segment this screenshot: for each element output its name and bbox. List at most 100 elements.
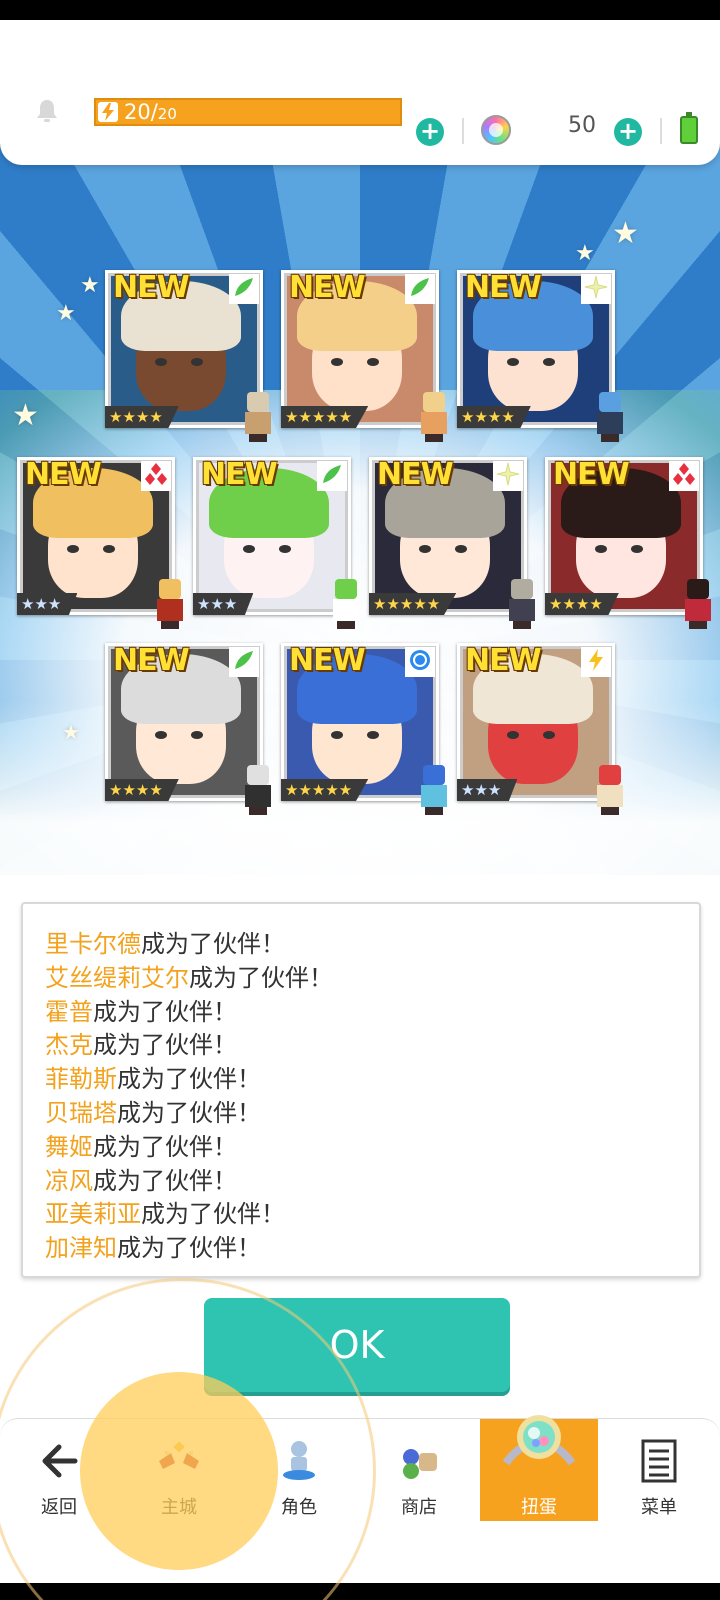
light-element-icon <box>493 461 523 491</box>
portrait-eye <box>507 358 519 366</box>
character-card[interactable]: NEW ★★★★ <box>457 270 623 442</box>
menu-icon <box>641 1439 677 1483</box>
character-card[interactable]: NEW ★★★ <box>17 457 183 629</box>
bottom-navigation: 返回 主城 角色 商店 扭蛋 菜单 <box>0 1415 720 1583</box>
leaf-element-icon <box>317 461 347 491</box>
recruit-message-panel: 里卡尔德成为了伙伴！ 艾丝缇莉艾尔成为了伙伴！ 霍普成为了伙伴！ 杰克成为了伙伴！ 菲勒… <box>21 902 701 1278</box>
recruit-message-line: 加津知成为了伙伴！ <box>45 1228 261 1263</box>
rarity-stars-value: ★★★★ <box>109 781 163 799</box>
sprite-body <box>245 785 271 807</box>
rarity-stars: ★★★★★ <box>281 779 369 801</box>
message-suffix: 成为了伙伴！ <box>117 1065 261 1094</box>
battery-icon <box>680 112 698 144</box>
recruit-message-line: 舞姬成为了伙伴！ <box>45 1127 237 1162</box>
bell-icon[interactable] <box>34 98 60 124</box>
character-name: 里卡尔德 <box>45 930 141 958</box>
pixel-sprite <box>503 579 541 629</box>
sparkle-star-icon: ★ <box>80 273 100 298</box>
portrait-eye <box>595 545 607 553</box>
recruit-message-line: 杰克成为了伙伴！ <box>45 1025 237 1060</box>
sprite-legs <box>513 621 531 629</box>
nav-shop[interactable]: 商店 <box>360 1419 478 1521</box>
gacha-icon <box>502 1415 576 1466</box>
portrait-eye <box>191 731 203 739</box>
character-card[interactable]: NEW ★★★ <box>193 457 359 629</box>
sprite-legs <box>249 434 267 442</box>
message-suffix: 成为了伙伴！ <box>117 1099 261 1127</box>
message-suffix: 成为了伙伴！ <box>141 1200 285 1229</box>
shop-icon <box>403 1449 437 1479</box>
character-name: 加津知 <box>45 1234 117 1263</box>
sprite-legs <box>425 807 443 815</box>
portrait-eye <box>67 545 79 553</box>
character-card[interactable]: NEW ★★★★ <box>545 457 711 629</box>
nav-shop-label: 商店 <box>401 1497 437 1518</box>
character-card[interactable]: NEW ★★★★★ <box>369 457 535 629</box>
pixel-sprite <box>151 579 189 629</box>
nav-back[interactable]: 返回 <box>0 1419 118 1521</box>
sprite-head <box>599 392 621 412</box>
screen: ★ ★ ★ ★ ★ ★ NEW ★★★★ NEW ★★★★★ NEW ★★★★ NEW ★★★… <box>0 0 720 1600</box>
nav-character[interactable]: 角色 <box>240 1419 358 1521</box>
character-icon <box>283 1441 315 1480</box>
add-gems-button[interactable]: + <box>614 118 642 146</box>
nav-menu-label: 菜单 <box>641 1497 677 1518</box>
portrait-eye <box>279 545 291 553</box>
sprite-head <box>687 579 709 599</box>
character-card[interactable]: NEW ★★★★★ <box>281 643 447 815</box>
rarity-stars: ★★★ <box>193 593 254 615</box>
add-stamina-button[interactable]: + <box>416 118 444 146</box>
ok-button[interactable]: OK <box>204 1298 510 1392</box>
new-badge: NEW <box>377 457 454 492</box>
character-card[interactable]: NEW ★★★★ <box>105 270 271 442</box>
character-card[interactable]: NEW ★★★ <box>457 643 623 815</box>
stamina-current: 20/ <box>124 100 158 124</box>
message-suffix: 成为了伙伴！ <box>141 930 285 958</box>
new-badge: NEW <box>25 457 102 492</box>
character-card[interactable]: NEW ★★★★ <box>105 643 271 815</box>
light-element-icon <box>581 274 611 304</box>
rarity-stars: ★★★★ <box>105 779 179 801</box>
portrait-eye <box>155 731 167 739</box>
new-badge: NEW <box>465 270 542 305</box>
recruit-message-line: 亚美莉亚成为了伙伴！ <box>45 1194 285 1229</box>
castle-icon <box>159 1441 199 1469</box>
sprite-head <box>423 765 445 785</box>
message-suffix: 成为了伙伴！ <box>117 1234 261 1263</box>
character-name: 霍普 <box>45 997 93 1026</box>
portrait-eye <box>507 731 519 739</box>
pixel-sprite <box>591 392 629 442</box>
portrait-eye <box>155 358 167 366</box>
fire-element-icon <box>141 461 171 491</box>
nav-main-city[interactable]: 主城 <box>120 1419 238 1521</box>
character-name: 贝瑞塔 <box>45 1099 117 1127</box>
portrait-eye <box>191 358 203 366</box>
portrait-eye <box>455 545 467 553</box>
rarity-stars: ★★★★ <box>105 406 179 428</box>
message-suffix: 成为了伙伴！ <box>93 997 237 1026</box>
top-resource-bar <box>0 20 720 165</box>
sparkle-star-icon: ★ <box>12 398 39 433</box>
sprite-body <box>597 785 623 807</box>
recruit-message-line: 贝瑞塔成为了伙伴！ <box>45 1093 261 1128</box>
rarity-stars-value: ★★★ <box>21 595 62 613</box>
portrait-eye <box>243 545 255 553</box>
nav-gacha[interactable]: 扭蛋 <box>480 1415 598 1521</box>
stamina-value: 20/20 <box>124 100 177 126</box>
recruit-message-line: 霍普成为了伙伴！ <box>45 992 237 1027</box>
message-suffix: 成为了伙伴！ <box>93 1166 237 1195</box>
pixel-sprite <box>415 392 453 442</box>
recruit-message-line: 艾丝缇莉艾尔成为了伙伴！ <box>45 958 333 993</box>
nav-menu[interactable]: 菜单 <box>600 1419 718 1521</box>
new-badge: NEW <box>289 270 366 305</box>
rarity-stars-value: ★★★★ <box>549 595 603 613</box>
sprite-head <box>159 579 181 599</box>
portrait-eye <box>367 358 379 366</box>
character-name: 舞姬 <box>45 1132 93 1161</box>
system-nav-bar <box>0 1582 720 1600</box>
character-card[interactable]: NEW ★★★★★ <box>281 270 447 442</box>
rarity-stars-value: ★★★ <box>197 595 238 613</box>
pixel-sprite <box>415 765 453 815</box>
rainbow-gem-icon <box>481 115 511 145</box>
sprite-head <box>423 392 445 412</box>
